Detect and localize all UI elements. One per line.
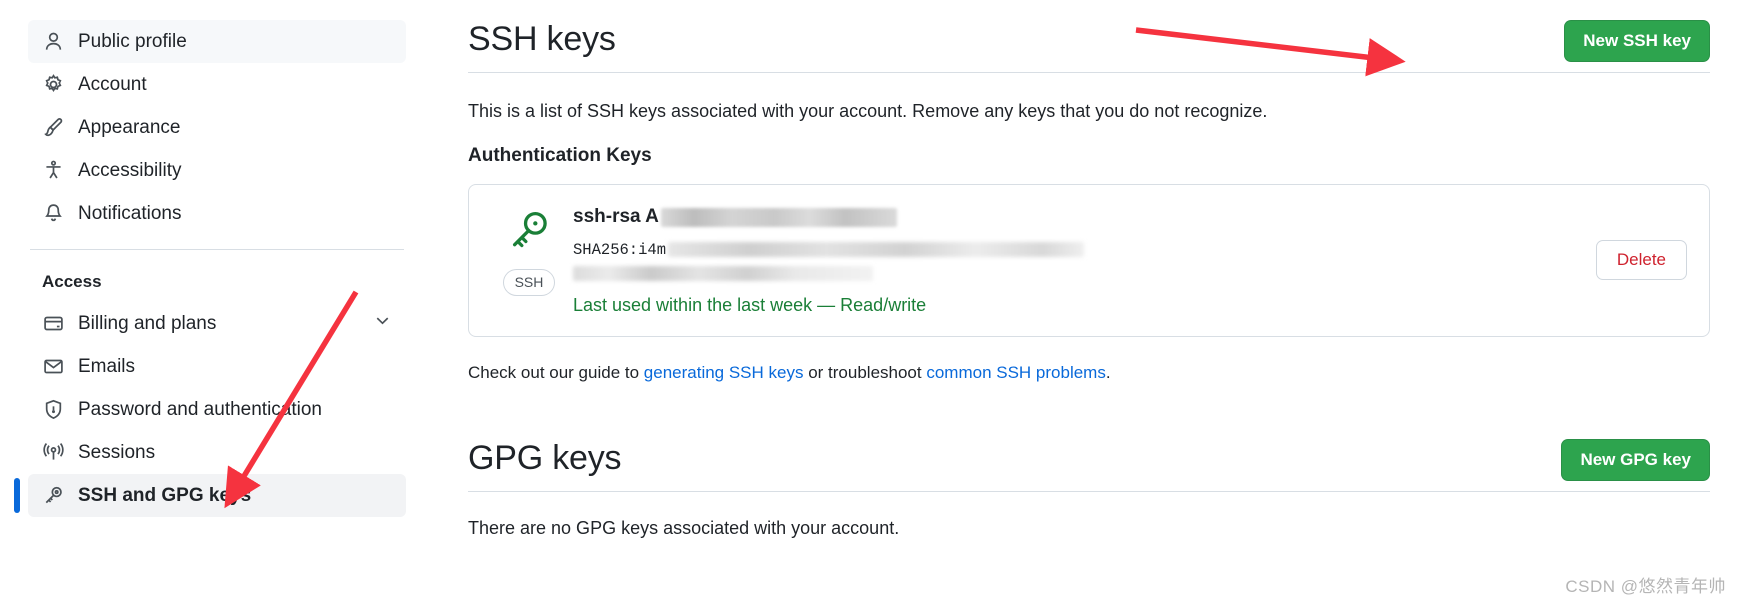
sidebar-item-account[interactable]: Account [28, 63, 406, 106]
ssh-guide-text: Check out our guide to generating SSH ke… [468, 363, 1710, 383]
ssh-key-fingerprint: SHA256:i4m [573, 240, 1578, 260]
last-used-text: Last used within the last week [573, 294, 813, 315]
sidebar-item-public-profile[interactable]: Public profile [28, 20, 406, 63]
sidebar-item-label: Password and authentication [78, 398, 322, 420]
sidebar-item-label: Accessibility [78, 159, 182, 181]
key-icon [42, 485, 64, 507]
new-gpg-key-button[interactable]: New GPG key [1561, 438, 1710, 481]
sidebar-item-label: Sessions [78, 441, 156, 463]
ssh-keys-header: SSH keys New SSH key [468, 20, 1710, 73]
bell-icon [42, 203, 64, 225]
sidebar-item-emails[interactable]: Emails [28, 345, 406, 388]
sidebar-item-label: Public profile [78, 30, 187, 52]
person-icon [42, 31, 64, 53]
sidebar-item-label: Billing and plans [78, 312, 217, 334]
ssh-key-last-used: Last used within the last week — Read/wr… [573, 295, 1578, 316]
sidebar-item-label: Notifications [78, 202, 182, 224]
new-ssh-key-button[interactable]: New SSH key [1564, 20, 1710, 62]
sidebar-item-password-and-authentication[interactable]: Password and authentication [28, 388, 406, 431]
gpg-intro-text: There are no GPG keys associated with yo… [468, 517, 900, 538]
sidebar-divider [30, 249, 404, 250]
common-ssh-problems-link[interactable]: common SSH problems [926, 363, 1106, 382]
redacted-fingerprint [668, 242, 1085, 258]
chevron-down-icon[interactable] [373, 311, 392, 336]
key-icon [506, 209, 552, 260]
gpg-keys-header: GPG keys New GPG key [468, 438, 1710, 492]
shield-lock-icon [42, 399, 64, 421]
sidebar-item-appearance[interactable]: Appearance [28, 106, 406, 149]
redacted-fingerprint-line2 [573, 265, 873, 281]
sidebar-item-label: Emails [78, 355, 136, 377]
paintbrush-icon [42, 117, 64, 139]
sidebar-item-billing-and-plans[interactable]: Billing and plans [28, 302, 406, 345]
sidebar-item-sessions[interactable]: Sessions [28, 431, 406, 474]
sidebar-item-ssh-and-gpg-keys[interactable]: SSH and GPG keys [14, 474, 406, 517]
sidebar-item-notifications[interactable]: Notifications [28, 192, 406, 235]
gear-icon [42, 74, 64, 96]
ssh-key-details: ssh-rsa A SHA256:i4m Last used within th… [563, 205, 1578, 316]
generating-ssh-keys-link[interactable]: generating SSH keys [644, 363, 804, 382]
guide-suffix: . [1105, 362, 1111, 382]
delete-ssh-key-button[interactable]: Delete [1595, 240, 1687, 281]
ssh-badge: SSH [502, 269, 556, 296]
key-access-level: Read/write [840, 294, 927, 315]
page-root: Public profile Account Appearance Access… [0, 0, 1738, 603]
main-content: SSH keys New SSH key This is a list of S… [468, 20, 1710, 539]
sidebar-item-label: Account [78, 73, 147, 95]
sidebar-section-access: Access [42, 272, 102, 291]
guide-prefix: Check out our guide to [468, 362, 644, 382]
ssh-key-fingerprint-text: SHA256:i4m [573, 240, 667, 259]
ssh-intro-text: This is a list of SSH keys associated wi… [468, 101, 1268, 121]
page-title: SSH keys [468, 20, 616, 58]
gpg-page-title: GPG keys [468, 438, 622, 477]
ssh-key-title: ssh-rsa A [573, 205, 1578, 230]
last-used-separator: — [812, 294, 841, 315]
ssh-key-card: SSH ssh-rsa A SHA256:i4m Last used withi… [468, 184, 1710, 337]
broadcast-icon [42, 442, 64, 464]
sidebar-item-label: SSH and GPG keys [78, 484, 252, 506]
ssh-key-title-text: ssh-rsa A [573, 206, 659, 227]
sidebar-item-label: Appearance [78, 116, 181, 138]
ssh-key-card-left: SSH [495, 205, 563, 296]
credit-card-icon [42, 313, 64, 335]
sidebar-item-accessibility[interactable]: Accessibility [28, 149, 406, 192]
guide-middle: or troubleshoot [803, 362, 927, 382]
authentication-keys-heading: Authentication Keys [468, 145, 652, 166]
accessibility-icon [42, 160, 64, 182]
settings-sidebar: Public profile Account Appearance Access… [14, 20, 406, 517]
csdn-watermark: CSDN @悠然青年帅 [1565, 577, 1726, 596]
redacted-key-body [660, 207, 897, 227]
mail-icon [42, 356, 64, 378]
